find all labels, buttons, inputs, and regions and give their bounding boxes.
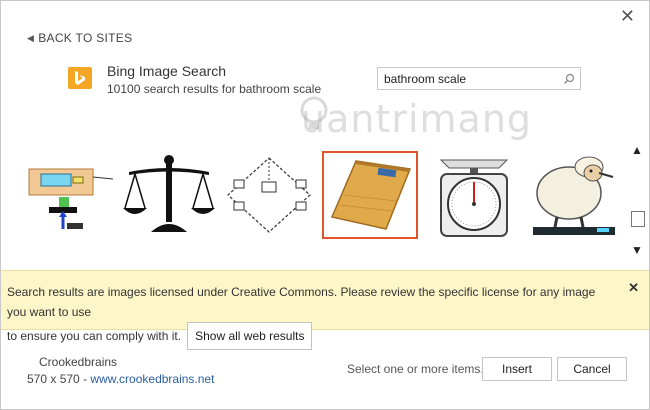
search-box [377, 67, 581, 90]
show-all-web-results-button[interactable]: Show all web results [187, 322, 313, 350]
chevron-left-icon: ◀ [27, 32, 35, 43]
search-icon[interactable] [560, 73, 578, 85]
selected-image-dimensions: 570 x 570 - [27, 372, 91, 386]
insert-button[interactable]: Insert [482, 357, 552, 381]
search-input[interactable] [378, 71, 560, 86]
thumb-kitchen-scale[interactable] [426, 151, 522, 239]
thumb-bathroom-scale[interactable] [322, 151, 418, 239]
results-summary: 10100 search results for bathroom scale [107, 82, 322, 96]
close-icon[interactable]: ✕ [620, 7, 635, 25]
insert-pictures-dialog: ✕ ◀ BACK TO SITES Bing Image Search 1010… [0, 0, 650, 410]
scroll-down-icon[interactable]: ▼ [629, 243, 645, 257]
results-scrollbar[interactable]: ▲ ▼ [629, 143, 645, 261]
provider-title: Bing Image Search [107, 63, 227, 79]
thumb-balance-scale[interactable] [121, 151, 217, 239]
selected-image-title: Crookedbrains [39, 355, 118, 369]
source-link[interactable]: www.crookedbrains.net [90, 372, 214, 386]
bing-logo-icon [68, 67, 92, 89]
license-banner: Search results are images licensed under… [1, 270, 649, 350]
image-results [21, 151, 615, 243]
back-to-sites-label: BACK TO SITES [38, 31, 133, 45]
license-message-line1: Search results are images licensed under… [7, 285, 596, 319]
cancel-button[interactable]: Cancel [557, 357, 627, 381]
thumb-circuit-diagram[interactable] [21, 151, 117, 239]
scroll-up-icon[interactable]: ▲ [629, 143, 645, 157]
scrollbar-thumb[interactable] [631, 211, 645, 227]
selection-hint: Select one or more items. [347, 362, 484, 376]
banner-close-icon[interactable]: ✕ [628, 280, 639, 296]
thumb-sheep-on-scale[interactable] [525, 151, 621, 239]
watermark-text: uantrimang [301, 97, 533, 141]
license-message-line2: to ensure you can comply with it. [7, 329, 182, 343]
thumb-bridge-circuit[interactable] [221, 151, 317, 239]
back-to-sites-link[interactable]: ◀ BACK TO SITES [27, 31, 132, 45]
selected-image-details: 570 x 570 - www.crookedbrains.net [27, 372, 214, 386]
